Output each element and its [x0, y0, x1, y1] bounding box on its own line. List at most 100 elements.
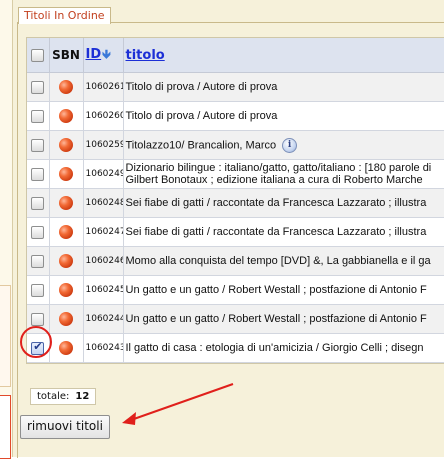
red-status-dot-icon: [59, 254, 73, 268]
row-checkbox-cell[interactable]: [27, 130, 50, 160]
sbn-cell: [49, 159, 84, 189]
titolo-cell: Titolo di prova / Autore di prova: [123, 101, 444, 131]
titolo-text: Titolazzo10/ Brancalion, Marco: [125, 138, 277, 151]
row-checkbox-cell[interactable]: [27, 217, 50, 247]
table-row[interactable]: 1060246 Momo alla conquista del tempo [DV…: [27, 246, 444, 276]
titoli-table: SBN ID🡻 titolo 1060261 Titolo di prova / …: [26, 37, 444, 364]
titolo-text: Dizionario bilingue : italiano/gatto, ga…: [125, 162, 432, 186]
titolo-text: Momo alla conquista del tempo [DVD] &, L…: [125, 255, 431, 267]
row-checkbox[interactable]: [31, 109, 45, 123]
titolo-cell: Un gatto e un gatto / Robert Westall ; p…: [123, 304, 444, 334]
select-all-header[interactable]: [27, 38, 50, 73]
id-cell: 1060261: [83, 72, 124, 102]
titolo-text: Titolo di prova / Autore di prova: [125, 81, 278, 93]
totale-value: 12: [75, 391, 90, 402]
id-cell: 1060243: [83, 333, 124, 363]
red-status-dot-icon: [59, 109, 73, 123]
table-row[interactable]: 1060247 Sei fiabe di gatti / raccontate d…: [27, 217, 444, 247]
row-checkbox[interactable]: [31, 167, 45, 181]
row-checkbox-cell[interactable]: [27, 188, 50, 218]
id-cell: 1060245: [83, 275, 124, 305]
titolo-text: Un gatto e un gatto / Robert Westall ; p…: [125, 284, 427, 296]
titolo-cell: Dizionario bilingue : italiano/gatto, ga…: [123, 159, 444, 189]
totale-label: totale:: [37, 391, 70, 402]
table-row[interactable]: 1060248 Sei fiabe di gatti / raccontate d…: [27, 188, 444, 218]
row-checkbox[interactable]: [31, 254, 45, 268]
titolo-cell: Momo alla conquista del tempo [DVD] &, L…: [123, 246, 444, 276]
left-panel-box: [0, 285, 11, 387]
red-status-dot-icon: [59, 225, 73, 239]
row-checkbox-cell[interactable]: [27, 275, 50, 305]
row-checkbox[interactable]: [31, 80, 45, 94]
sbn-cell: [49, 246, 84, 276]
table-row[interactable]: 1060245 Un gatto e un gatto / Robert West…: [27, 275, 444, 305]
sbn-cell: [49, 72, 84, 102]
row-checkbox[interactable]: [31, 196, 45, 210]
red-status-dot-icon: [59, 196, 73, 210]
table-row[interactable]: 1060261 Titolo di prova / Autore di prova: [27, 72, 444, 102]
sbn-cell: [49, 333, 84, 363]
red-status-dot-icon: [59, 312, 73, 326]
row-checkbox-cell[interactable]: [27, 304, 50, 334]
titolo-cell: Sei fiabe di gatti / raccontate da Franc…: [123, 217, 444, 247]
titolo-cell: Sei fiabe di gatti / raccontate da Franc…: [123, 188, 444, 218]
sbn-cell: [49, 217, 84, 247]
sbn-cell: [49, 188, 84, 218]
red-status-dot-icon: [59, 167, 73, 181]
id-sort-link[interactable]: ID: [86, 47, 102, 62]
id-cell: 1060246: [83, 246, 124, 276]
titolo-text: Sei fiabe di gatti / raccontate da Franc…: [125, 226, 427, 238]
titolo-text: Titolo di prova / Autore di prova: [125, 110, 278, 122]
totale-box: totale: 12: [30, 388, 97, 405]
red-status-dot-icon: [59, 138, 73, 152]
row-checkbox[interactable]: [31, 138, 45, 152]
row-checkbox-cell[interactable]: [27, 159, 50, 189]
row-checkbox[interactable]: [31, 283, 45, 297]
row-checkbox-cell[interactable]: [27, 333, 50, 363]
row-checkbox[interactable]: [31, 225, 45, 239]
tab-label: Titoli In Ordine: [24, 9, 105, 22]
id-cell: 1060247: [83, 217, 124, 247]
table-row[interactable]: 1060259 Titolazzo10/ Brancalion, Marco i: [27, 130, 444, 160]
id-cell: 1060259: [83, 130, 124, 160]
id-cell: 1060244: [83, 304, 124, 334]
id-header[interactable]: ID🡻: [83, 38, 124, 73]
table-row[interactable]: 1060244 Un gatto e un gatto / Robert West…: [27, 304, 444, 334]
titolo-cell: Titolo di prova / Autore di prova: [123, 72, 444, 102]
rimuovi-titoli-button[interactable]: rimuovi titoli: [20, 415, 110, 439]
red-status-dot-icon: [59, 283, 73, 297]
row-checkbox[interactable]: [31, 312, 45, 326]
titolo-cell: Titolazzo10/ Brancalion, Marco i: [123, 130, 444, 160]
id-cell: 1060260: [83, 101, 124, 131]
sbn-header-label: SBN: [52, 48, 80, 62]
id-cell: 1060249: [83, 159, 124, 189]
row-checkbox-cell[interactable]: [27, 246, 50, 276]
row-checkbox-cell[interactable]: [27, 101, 50, 131]
sbn-cell: [49, 304, 84, 334]
left-panel-box-red: [0, 395, 11, 459]
info-icon[interactable]: i: [282, 137, 298, 153]
sbn-header: SBN: [49, 38, 84, 73]
sort-down-arrow-icon[interactable]: 🡻: [102, 45, 111, 66]
titolo-text: Il gatto di casa : etologia di un'amiciz…: [125, 342, 424, 354]
titolo-text: Un gatto e un gatto / Robert Westall ; p…: [125, 313, 427, 325]
sbn-cell: [49, 275, 84, 305]
row-checkbox-cell[interactable]: [27, 72, 50, 102]
id-cell: 1060248: [83, 188, 124, 218]
titolo-text: Sei fiabe di gatti / raccontate da Franc…: [125, 197, 427, 209]
red-status-dot-icon: [59, 80, 73, 94]
red-status-dot-icon: [59, 341, 73, 355]
table-row[interactable]: 1060260 Titolo di prova / Autore di prova: [27, 101, 444, 131]
table-row[interactable]: 1060243Il gatto di casa : etologia di un…: [27, 333, 444, 363]
titolo-cell: Il gatto di casa : etologia di un'amiciz…: [123, 333, 444, 363]
sbn-cell: [49, 101, 84, 131]
row-checkbox[interactable]: [31, 340, 45, 355]
titolo-cell: Un gatto e un gatto / Robert Westall ; p…: [123, 275, 444, 305]
table-row[interactable]: 1060249 Dizionario bilingue : italiano/ga…: [27, 159, 444, 189]
titolo-header[interactable]: titolo: [123, 38, 444, 73]
titolo-sort-link[interactable]: titolo: [126, 48, 165, 63]
page-left-strip: [0, 0, 12, 459]
sbn-cell: [49, 130, 84, 160]
tab-titoli-in-ordine[interactable]: Titoli In Ordine: [18, 7, 111, 24]
select-all-checkbox[interactable]: [31, 49, 45, 62]
